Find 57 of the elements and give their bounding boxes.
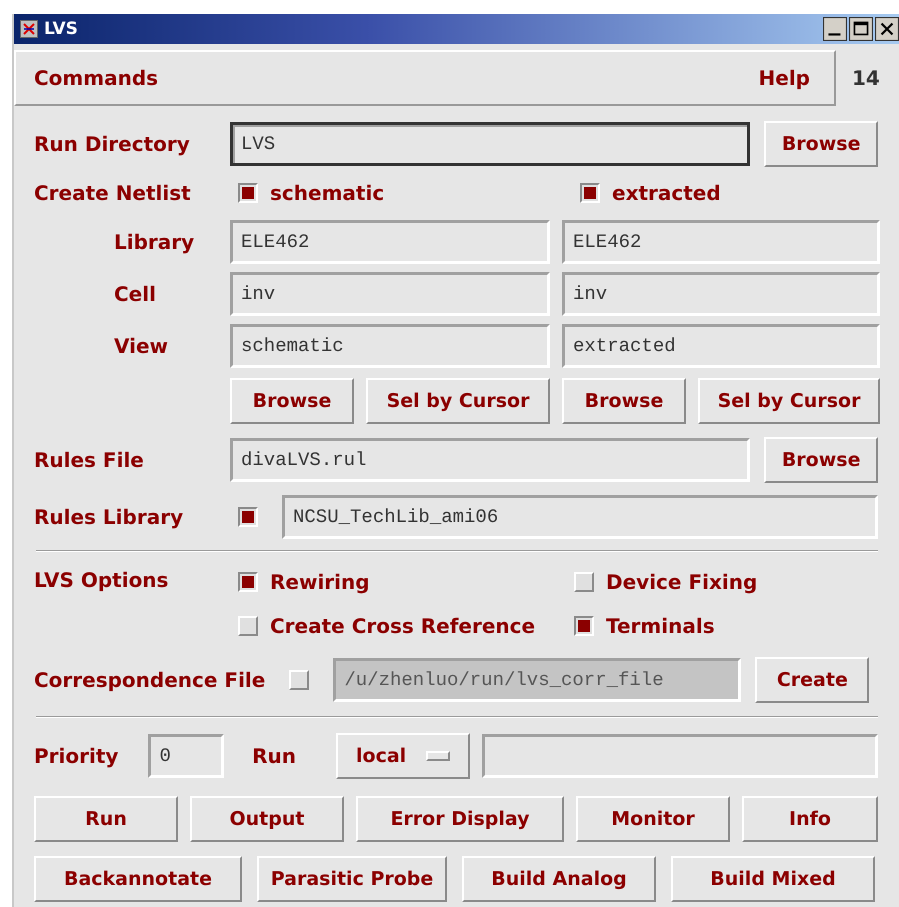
input-field[interactable]: extracted bbox=[562, 324, 880, 368]
input-field[interactable]: ELE462 bbox=[230, 220, 550, 264]
checkbox-label: extracted bbox=[612, 181, 721, 205]
window-title: LVS bbox=[44, 19, 78, 39]
input-field[interactable]: 0 bbox=[148, 734, 224, 778]
checkbox-label: Create Cross Reference bbox=[270, 614, 536, 638]
action-button[interactable]: Error Display bbox=[356, 796, 564, 842]
checkbox-label: Rewiring bbox=[270, 570, 370, 594]
input-field[interactable] bbox=[482, 734, 878, 778]
counter-text: 14 bbox=[852, 66, 880, 90]
field-label: Rules Library bbox=[34, 505, 184, 529]
browse-button[interactable]: Browse bbox=[764, 121, 878, 167]
action-button[interactable]: Parasitic Probe bbox=[257, 856, 447, 902]
field-label: Library bbox=[113, 230, 196, 254]
checkbox-label: schematic bbox=[270, 181, 384, 205]
browse-button[interactable]: Browse bbox=[230, 378, 354, 424]
action-button[interactable]: Output bbox=[190, 796, 344, 842]
minimize-icon[interactable] bbox=[823, 17, 847, 41]
input-field[interactable]: inv bbox=[562, 272, 880, 316]
field-label: Correspondence File bbox=[34, 668, 266, 692]
input-field[interactable]: NCSU_TechLib_ami06 bbox=[282, 495, 878, 539]
field-label: Priority bbox=[34, 744, 118, 768]
field-label: Create Netlist bbox=[34, 181, 192, 205]
input-field[interactable]: ELE462 bbox=[562, 220, 880, 264]
field-label: Run bbox=[252, 744, 296, 768]
checkbox[interactable] bbox=[580, 183, 600, 203]
browse-button[interactable]: Browse bbox=[562, 378, 686, 424]
browse-button[interactable]: Browse bbox=[764, 437, 878, 483]
checkbox[interactable] bbox=[238, 183, 258, 203]
action-button[interactable]: Info bbox=[742, 796, 878, 842]
input-field[interactable]: schematic bbox=[230, 324, 550, 368]
input-field[interactable]: LVS bbox=[230, 122, 750, 166]
checkbox[interactable] bbox=[238, 507, 258, 527]
action-button[interactable]: Monitor bbox=[576, 796, 730, 842]
field-label: Run Directory bbox=[34, 132, 191, 156]
action-button[interactable]: Run bbox=[34, 796, 178, 842]
input-field[interactable]: divaLVS.rul bbox=[230, 438, 750, 482]
action-button[interactable]: Backannotate bbox=[34, 856, 242, 902]
menu-item[interactable]: Commands bbox=[34, 66, 158, 90]
checkbox-label: Device Fixing bbox=[606, 570, 758, 594]
app-icon bbox=[20, 20, 38, 38]
close-icon[interactable] bbox=[875, 17, 899, 41]
action-button[interactable]: Build Analog bbox=[462, 856, 656, 902]
maximize-icon[interactable] bbox=[849, 17, 873, 41]
menu-item[interactable]: Help bbox=[758, 66, 810, 90]
input-field[interactable]: inv bbox=[230, 272, 550, 316]
section-label: LVS Options bbox=[34, 567, 170, 594]
checkbox[interactable] bbox=[574, 616, 594, 636]
run-mode-dropdown[interactable]: local bbox=[336, 733, 470, 779]
checkbox[interactable] bbox=[238, 572, 258, 592]
select-by-cursor-button[interactable]: Sel by Cursor bbox=[366, 378, 550, 424]
field-label: View bbox=[113, 334, 170, 358]
checkbox-label: Terminals bbox=[606, 614, 715, 638]
field-label: Rules File bbox=[34, 448, 145, 472]
select-by-cursor-button[interactable]: Sel by Cursor bbox=[698, 378, 880, 424]
action-button[interactable]: Build Mixed bbox=[671, 856, 875, 902]
field-label: Cell bbox=[113, 282, 157, 306]
